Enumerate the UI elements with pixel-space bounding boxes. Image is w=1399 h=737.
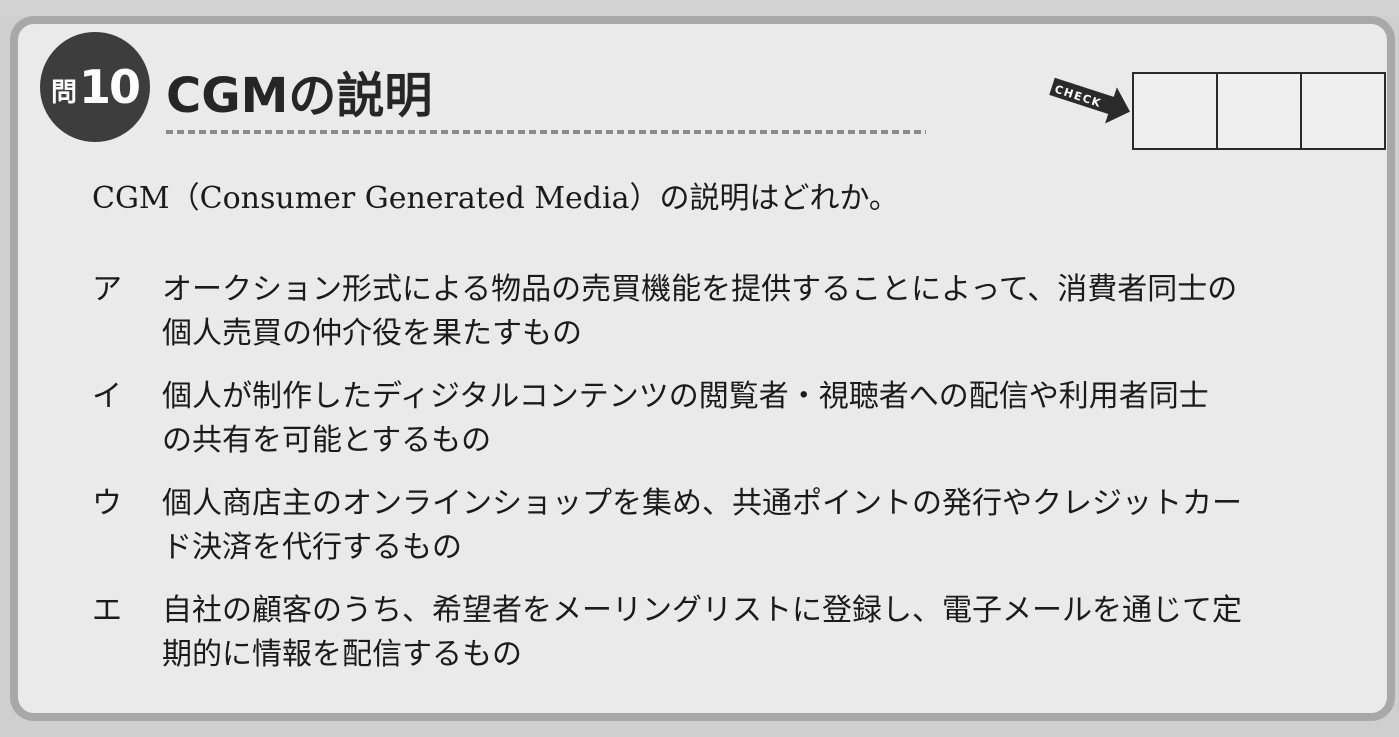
option-line: 期的に情報を配信するもの [162, 637, 522, 672]
question-card: 問 10 CGMの説明 CHECK CGM（Consumer Generated… [10, 16, 1395, 721]
option-line: ド決済を代行するもの [162, 530, 462, 565]
option-line: 個人が制作したディジタルコンテンツの閲覧者・視聴者への配信や利用者同士 [162, 379, 1209, 414]
check-box[interactable] [1302, 74, 1384, 148]
option-text: 自社の顧客のうち、希望者をメーリングリストに登録し、電子メールを通じて定 期的に… [162, 589, 1387, 677]
check-boxes [1132, 72, 1386, 150]
question-number: 10 [79, 60, 141, 114]
option-line: オークション形式による物品の売買機能を提供することによって、消費者同士の [162, 272, 1238, 307]
option-e[interactable]: エ 自社の顧客のうち、希望者をメーリングリストに登録し、電子メールを通じて定 期… [92, 589, 1392, 677]
option-letter: ウ [92, 486, 122, 521]
question-number-badge: 問 10 [40, 32, 150, 142]
option-line: の共有を可能とするもの [162, 423, 492, 458]
question-prompt: CGM（Consumer Generated Media）の説明はどれか。 [92, 181, 899, 216]
question-title: CGMの説明 [166, 68, 433, 124]
question-label: 問 [50, 77, 77, 108]
option-i[interactable]: イ 個人が制作したディジタルコンテンツの閲覧者・視聴者への配信や利用者同士 の共… [92, 375, 1392, 463]
option-text: 個人が制作したディジタルコンテンツの閲覧者・視聴者への配信や利用者同士 の共有を… [162, 375, 1387, 463]
check-arrow-icon: CHECK [1049, 77, 1130, 124]
option-letter: エ [92, 593, 122, 628]
title-underline [166, 130, 926, 134]
option-letter: イ [92, 379, 122, 414]
option-letter: ア [92, 272, 122, 307]
check-box[interactable] [1218, 74, 1302, 148]
check-box[interactable] [1134, 74, 1218, 148]
previous-page-strip [0, 0, 1399, 16]
option-line: 個人売買の仲介役を果たすもの [162, 316, 582, 351]
option-line: 自社の顧客のうち、希望者をメーリングリストに登録し、電子メールを通じて定 [162, 593, 1242, 628]
option-text: 個人商店主のオンラインショップを集め、共通ポイントの発行やクレジットカー ド決済… [162, 482, 1387, 570]
option-a[interactable]: ア オークション形式による物品の売買機能を提供することによって、消費者同士の 個… [92, 268, 1392, 356]
option-text: オークション形式による物品の売買機能を提供することによって、消費者同士の 個人売… [162, 268, 1387, 356]
option-u[interactable]: ウ 個人商店主のオンラインショップを集め、共通ポイントの発行やクレジットカー ド… [92, 482, 1392, 570]
option-line: 個人商店主のオンラインショップを集め、共通ポイントの発行やクレジットカー [162, 486, 1242, 521]
